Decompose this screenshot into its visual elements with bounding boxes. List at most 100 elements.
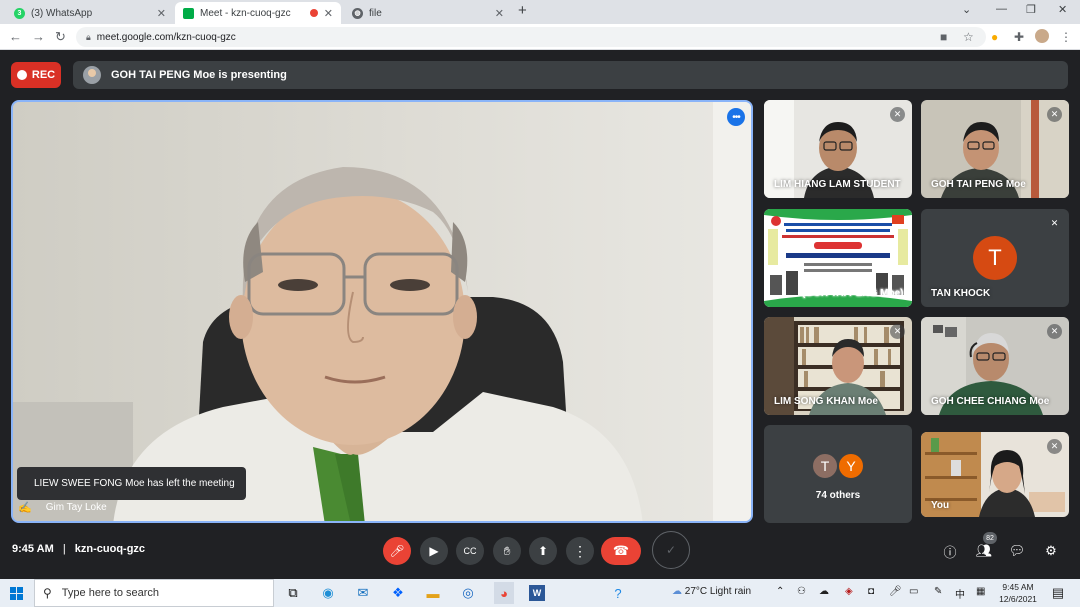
avatar-initial: T: [811, 452, 839, 480]
participant-tile[interactable]: ✕ LIM HIANG LAM STUDENT: [764, 100, 912, 198]
raise-hand-button[interactable]: ✋︎: [493, 537, 521, 565]
menu-icon[interactable]: ⋮: [1060, 30, 1072, 44]
participant-count-badge: 82: [983, 532, 997, 544]
dropbox-icon[interactable]: ❖: [390, 585, 406, 601]
tab-meet[interactable]: Meet - kzn-cuoq-gzc ✕: [175, 2, 341, 24]
close-icon[interactable]: ✕: [324, 7, 333, 20]
mic-muted-icon: ✕: [1050, 218, 1059, 228]
windows-start-icon[interactable]: [10, 587, 23, 600]
tab-file[interactable]: ◍ file ✕: [344, 2, 512, 24]
url-text: meet.google.com/kzn-cuoq-gzc: [96, 31, 236, 43]
ime-indicator[interactable]: 中: [955, 586, 965, 601]
present-screen-button[interactable]: ⬆: [529, 537, 557, 565]
camera-icon[interactable]: ■: [940, 30, 947, 44]
mic-toggle-button[interactable]: 🎤︎: [383, 537, 411, 565]
participant-name: (GOH TAI PENG Moe): [802, 288, 904, 299]
avatar-initial: T: [973, 236, 1017, 280]
network-icon[interactable]: ▦: [976, 586, 985, 597]
cloud-icon[interactable]: ☁: [819, 586, 829, 597]
pen-icon[interactable]: ✎: [934, 586, 942, 597]
more-options-icon[interactable]: •••: [727, 108, 745, 126]
chevron-up-icon[interactable]: ⌃: [776, 586, 784, 597]
new-tab-button[interactable]: +: [518, 2, 527, 19]
url-field[interactable]: 🔒︎ meet.google.com/kzn-cuoq-gzc: [76, 27, 986, 47]
mic-muted-icon: ✕: [1047, 107, 1062, 122]
tray-app-icon[interactable]: ◈: [845, 586, 853, 597]
self-tile[interactable]: ✕ You: [921, 432, 1069, 517]
meeting-details-button[interactable]: ⓘ: [941, 542, 959, 560]
tab-label: Meet - kzn-cuoq-gzc: [200, 7, 291, 19]
participant-tile[interactable]: ✕ GOH CHEE CHIANG Moe: [921, 317, 1069, 415]
participant-tile[interactable]: ✕ LIM SONG KHAN Moe: [764, 317, 912, 415]
search-placeholder: Type here to search: [61, 587, 160, 599]
presenter-avatar: [83, 66, 101, 84]
avatar-initial: Y: [837, 452, 865, 480]
word-icon[interactable]: W: [529, 585, 545, 601]
meeting-info: 9:45 AM | kzn-cuoq-gzc: [12, 543, 145, 555]
taskbar-clock[interactable]: 9:45 AM 12/6/2021: [996, 581, 1040, 605]
more-options-button[interactable]: ⋮: [566, 537, 594, 565]
camera-tray-icon[interactable]: ◘: [868, 586, 874, 597]
mic-muted-icon: ✕: [1047, 439, 1062, 454]
meet-icon: [183, 7, 194, 19]
tray-icon[interactable]: ⚇: [797, 586, 806, 597]
lightbulb-icon[interactable]: ●: [991, 30, 998, 44]
whatsapp-icon: 3: [14, 7, 25, 19]
main-video-feed[interactable]: •••: [11, 100, 753, 523]
forward-icon[interactable]: →: [32, 29, 45, 44]
recording-indicator-icon: [309, 9, 318, 17]
file-explorer-icon[interactable]: ▬: [425, 585, 441, 601]
participant-name: TAN KHOCK: [931, 288, 991, 299]
battery-icon[interactable]: ▭: [909, 586, 918, 597]
restore-button[interactable]: ❐: [1026, 3, 1036, 16]
main-speaker-name: ✍ Gim Tay Loke: [18, 497, 188, 517]
camera-toggle-button[interactable]: ▶: [420, 537, 448, 565]
help-icon[interactable]: ?: [610, 585, 626, 601]
participant-name: You: [931, 500, 950, 511]
address-bar: ← → ↻ 🔒︎ meet.google.com/kzn-cuoq-gzc ■ …: [0, 24, 1080, 50]
profile-avatar[interactable]: [1035, 29, 1049, 43]
mic-muted-icon: ✕: [890, 324, 905, 339]
extensions-icon[interactable]: ✚: [1014, 30, 1024, 44]
microphone-icon[interactable]: 🎤︎: [889, 586, 902, 597]
mail-icon[interactable]: ✉: [355, 585, 371, 601]
activities-button[interactable]: ⚙: [1042, 542, 1060, 560]
participant-name: GOH TAI PENG Moe: [931, 179, 1026, 190]
more-vert-icon: ⋮: [573, 542, 587, 559]
task-view-icon[interactable]: ⧉: [285, 585, 301, 601]
notification-icon[interactable]: ▤: [1050, 585, 1066, 601]
speaker-name-label: Gim Tay Loke: [45, 501, 107, 513]
app-icon[interactable]: ◎: [460, 585, 476, 601]
chat-button[interactable]: 💬︎: [1008, 542, 1026, 560]
people-button[interactable]: 👥︎: [975, 542, 993, 560]
close-window-button[interactable]: ✕: [1058, 3, 1067, 16]
browser-tab-strip: 3 (3) WhatsApp ✕ Meet - kzn-cuoq-gzc ✕ ◍…: [0, 0, 1080, 24]
weather-text: 27°C Light rain: [684, 586, 752, 597]
taskbar-search-field[interactable]: ⚲ Type here to search: [34, 579, 274, 607]
close-icon[interactable]: ✕: [157, 7, 166, 20]
cloud-rain-icon: ☁: [672, 586, 682, 597]
bookmark-star-icon[interactable]: ☆: [963, 30, 974, 44]
divider: |: [62, 543, 66, 555]
participant-name: LIM HIANG LAM STUDENT: [774, 179, 901, 190]
edge-icon[interactable]: ◉: [320, 585, 336, 601]
people-icon: 👥︎: [975, 543, 993, 558]
close-icon[interactable]: ✕: [495, 7, 504, 20]
tab-search-icon[interactable]: ⌄: [962, 3, 971, 16]
pin-icon[interactable]: ✍: [18, 501, 32, 514]
participant-tile[interactable]: ✕ GOH TAI PENG Moe: [921, 100, 1069, 198]
status-circle: ✓: [652, 531, 690, 569]
toast-text: LIEW SWEE FONG Moe has left the meeting: [34, 478, 235, 489]
presentation-tile[interactable]: (GOH TAI PENG Moe): [764, 209, 912, 307]
minimize-button[interactable]: —: [996, 3, 1007, 15]
tab-whatsapp[interactable]: 3 (3) WhatsApp ✕: [6, 2, 174, 24]
chat-icon: 💬︎: [1008, 543, 1026, 558]
chrome-icon[interactable]: ◕: [494, 582, 514, 604]
reload-icon[interactable]: ↻: [55, 29, 66, 45]
participant-tile[interactable]: T ✕ TAN KHOCK: [921, 209, 1069, 307]
captions-button[interactable]: CC: [456, 537, 484, 565]
end-call-button[interactable]: ☎︎: [601, 537, 641, 565]
back-icon[interactable]: ←: [9, 29, 22, 44]
weather-widget[interactable]: ☁ 27°C Light rain: [672, 586, 751, 597]
others-tile[interactable]: T Y 74 others: [764, 425, 912, 523]
